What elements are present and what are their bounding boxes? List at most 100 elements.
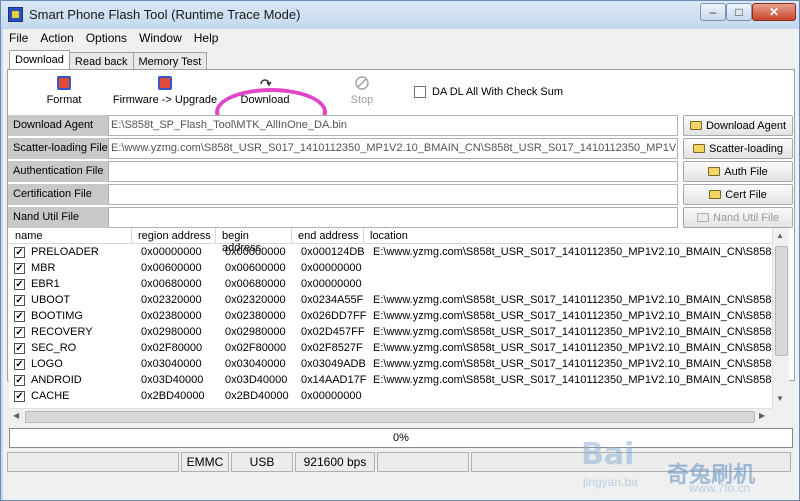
watermark: Bai jingyan.ba 奇兔刷机 www.7to.cn [581, 437, 781, 497]
vertical-scroll-thumb[interactable] [775, 246, 788, 356]
menu-options[interactable]: Options [80, 29, 133, 48]
cell-name: LOGO [31, 358, 63, 370]
col-name[interactable]: name [9, 228, 132, 244]
row-checkbox[interactable]: ✓ [14, 359, 25, 370]
cell-location: E:\www.yzmg.com\S858t_USR_S017_141011235… [373, 326, 777, 338]
scroll-right-icon[interactable]: ▶ [759, 411, 765, 420]
cell-region: 0x02320000 [141, 294, 202, 306]
table-row[interactable]: ✓ LOGO 0x03040000 0x03040000 0x03049ADB E:\ww… [9, 357, 777, 373]
download-agent-button-label: Download Agent [705, 119, 787, 132]
row-checkbox[interactable]: ✓ [14, 295, 25, 306]
table-row[interactable]: ✓ CACHE 0x2BD40000 0x2BD40000 0x00000000 [9, 389, 772, 405]
table-horizontal-scrollbar[interactable]: ◀ ▶ [9, 408, 772, 424]
auth-file-button-label: Auth File [724, 165, 768, 178]
row-checkbox[interactable]: ✓ [14, 391, 25, 402]
cell-name: SEC_RO [31, 342, 77, 354]
row-checkbox[interactable]: ✓ [14, 263, 25, 274]
col-begin[interactable]: begin address [216, 228, 292, 254]
cell-location: E:\www.yzmg.com\S858t_USR_S017_141011235… [373, 246, 777, 258]
cell-region: 0x00680000 [141, 278, 202, 290]
table-row[interactable]: ✓ ANDROID 0x03D40000 0x03D40000 0x14AAD17F E:… [9, 373, 777, 389]
cell-location [373, 261, 777, 277]
cell-name: UBOOT [31, 294, 71, 306]
row-checkbox[interactable]: ✓ [14, 327, 25, 338]
table-row[interactable]: ✓ EBR1 0x00680000 0x00680000 0x00000000 [9, 277, 772, 293]
table-row[interactable]: ✓ SEC_RO 0x02F80000 0x02F80000 0x02F8527F E:\… [9, 341, 777, 357]
stop-label: Stop [350, 94, 374, 106]
menu-window[interactable]: Window [133, 29, 188, 48]
stop-button[interactable]: Stop [342, 76, 382, 106]
cell-region: 0x2BD40000 [141, 390, 205, 402]
checksum-checkbox[interactable]: DA DL All With Check Sum [414, 86, 563, 98]
format-button[interactable]: Format [36, 76, 92, 106]
table-row[interactable]: ✓ UBOOT 0x02320000 0x02320000 0x0234A55F E:\w… [9, 293, 777, 309]
cell-end: 0x0234A55F [301, 294, 364, 306]
table-vertical-scrollbar[interactable]: ▲ ▼ [772, 228, 789, 408]
cell-location [373, 277, 777, 293]
table-row[interactable]: ✓ PRELOADER 0x00000000 0x00000000 0x000124DB… [9, 245, 777, 261]
partition-table: name region address begin address end ad… [9, 228, 777, 408]
scatter-loading-button-label: Scatter-loading [709, 142, 783, 155]
tab-memory-test[interactable]: Memory Test [132, 52, 208, 70]
tab-download[interactable]: Download [9, 50, 70, 70]
cell-location: E:\www.yzmg.com\S858t_USR_S017_141011235… [373, 374, 777, 386]
nand-util-label: Nand Util File [8, 207, 108, 228]
cell-region: 0x02380000 [141, 310, 202, 322]
folder-icon [709, 190, 722, 199]
row-checkbox[interactable]: ✓ [14, 247, 25, 258]
stop-icon [355, 76, 369, 90]
scroll-up-icon[interactable]: ▲ [776, 231, 784, 240]
maximize-button[interactable]: □ [726, 3, 752, 21]
row-checkbox[interactable]: ✓ [14, 311, 25, 322]
auth-file-field[interactable] [108, 161, 678, 182]
cert-file-field[interactable] [108, 184, 678, 205]
scroll-left-icon[interactable]: ◀ [13, 411, 19, 420]
minimize-button[interactable]: – [700, 3, 726, 21]
watermark-main: Bai [581, 437, 635, 472]
scatter-loading-button[interactable]: Scatter-loading [683, 138, 793, 159]
scroll-down-icon[interactable]: ▼ [776, 394, 784, 403]
firmware-upgrade-button[interactable]: Firmware -> Upgrade [112, 76, 218, 106]
progress-text: 0% [393, 432, 409, 444]
cell-end: 0x000124DB [301, 246, 365, 258]
menu-file[interactable]: File [3, 29, 34, 48]
menu-action[interactable]: Action [34, 29, 79, 48]
menu-help[interactable]: Help [188, 29, 225, 48]
table-row[interactable]: ✓ BOOTIMG 0x02380000 0x02380000 0x026DD7FF E:… [9, 309, 777, 325]
cert-file-button[interactable]: Cert File [683, 184, 793, 205]
auth-file-button[interactable]: Auth File [683, 161, 793, 182]
cell-begin: 0x03D40000 [225, 374, 288, 386]
row-checkbox[interactable]: ✓ [14, 279, 25, 290]
table-row[interactable]: ✓ MBR 0x00600000 0x00600000 0x00000000 [9, 261, 772, 277]
cell-name: MBR [31, 262, 56, 274]
tab-read-back[interactable]: Read back [68, 52, 134, 70]
cell-region: 0x03D40000 [141, 374, 204, 386]
row-checkbox[interactable]: ✓ [14, 375, 25, 386]
nand-util-field[interactable] [108, 207, 678, 228]
toolbar: Format Firmware -> Upgrade Download Stop… [8, 70, 794, 116]
cell-location: E:\www.yzmg.com\S858t_USR_S017_141011235… [373, 294, 777, 306]
cell-end: 0x00000000 [301, 262, 362, 274]
row-checkbox[interactable]: ✓ [14, 343, 25, 354]
checksum-box[interactable] [414, 86, 426, 98]
nand-util-button[interactable]: Nand Util File [683, 207, 793, 228]
table-row[interactable]: ✓ RECOVERY 0x02980000 0x02980000 0x02D457FF E… [9, 325, 777, 341]
download-agent-button[interactable]: Download Agent [683, 115, 793, 136]
cell-location: E:\www.yzmg.com\S858t_USR_S017_141011235… [373, 310, 777, 322]
download-agent-field[interactable]: E:\S858t_SP_Flash_Tool\MTK_AllInOne_DA.b… [108, 115, 678, 136]
cell-end: 0x02F8527F [301, 342, 363, 354]
status-storage: EMMC [181, 452, 229, 472]
upgrade-icon [158, 76, 172, 90]
scatter-file-field[interactable]: E:\www.yzmg.com\S858t_USR_S017_141011235… [108, 138, 678, 159]
cell-region: 0x03040000 [141, 358, 202, 370]
col-end[interactable]: end address [292, 228, 364, 244]
col-location[interactable]: location [364, 228, 772, 244]
horizontal-scroll-thumb[interactable] [25, 411, 755, 423]
cell-name: CACHE [31, 390, 70, 402]
close-button[interactable]: ✕ [752, 3, 796, 21]
app-icon [8, 7, 23, 22]
status-pane-empty-1 [7, 452, 179, 472]
col-region[interactable]: region address [132, 228, 216, 244]
cell-region: 0x00600000 [141, 262, 202, 274]
cell-begin: 0x02320000 [225, 294, 286, 306]
